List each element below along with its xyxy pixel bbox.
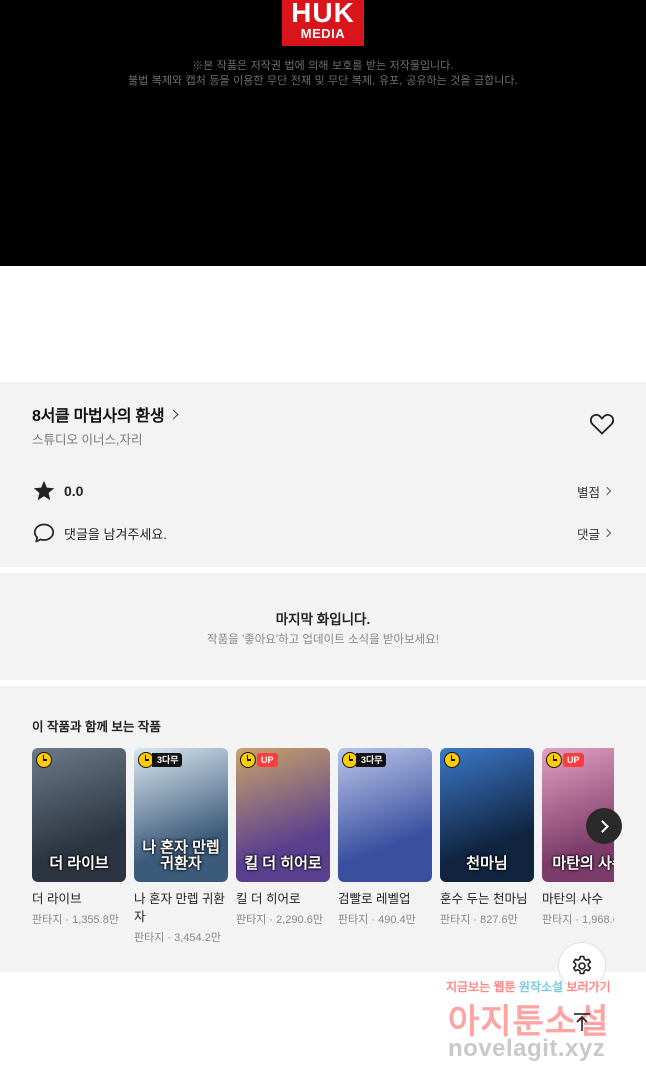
clock-icon	[546, 752, 562, 768]
update-badge: UP	[257, 753, 278, 767]
watermark-text-b: 원작소설	[518, 980, 564, 994]
settings-icon	[572, 955, 592, 975]
work-title-link[interactable]: 8서클 마법사의 환생	[32, 402, 179, 426]
free-badge: 3다무	[152, 753, 182, 767]
watermark-text-c: 보러가기	[566, 980, 611, 994]
last-episode-title: 마지막 화입니다.	[275, 612, 371, 627]
recommendation-title: 킬 더 히어로	[236, 892, 301, 906]
recommendation-title: 더 라이브	[32, 892, 82, 906]
rating-row: 0.0 별점	[32, 479, 614, 503]
recommendations-section: 이 작품과 함께 보는 작품 더 라이브 더 라이브 판타지 · 1,355.8만 3…	[0, 686, 646, 972]
logo-main-text: HUK	[291, 0, 355, 26]
recommendation-card[interactable]: UP 킬 더 히어로 킬 더 히어로 판타지 · 2,290.6만	[236, 748, 330, 927]
recommendation-meta: 판타지 · 827.6만	[440, 914, 518, 926]
cover-title-art: 나 혼자 만렙 귀환자	[142, 839, 220, 872]
recommendation-meta: 판타지 · 2,290.6만	[236, 914, 323, 926]
cover-artwork	[338, 748, 432, 882]
viewer-page: HUK MEDIA ※본 작품은 저작권 법에 의해 보호를 받는 저작물입니다…	[0, 0, 646, 1088]
recommendation-card[interactable]: 더 라이브 더 라이브 판타지 · 1,355.8만	[32, 748, 126, 927]
rating-link[interactable]: 별점	[576, 482, 612, 501]
comment-icon	[33, 523, 55, 543]
recommendation-title: 마탄의 사수	[542, 892, 603, 906]
work-authors: 스튜디오 이너스,자리	[32, 433, 143, 447]
recommendation-meta: 판타지 · 1,968.6만	[542, 914, 614, 926]
scroll-top-button[interactable]	[558, 998, 606, 1046]
recommendation-meta: 판타지 · 490.4만	[338, 914, 416, 926]
last-episode-notice: 마지막 화입니다. 작품을 '좋아요'하고 업데이트 소식을 받아보세요!	[0, 573, 646, 680]
rating-link-label: 별점	[576, 485, 600, 500]
recommendation-card[interactable]: 3다무검빨로 레벨업판타지 · 490.4만	[338, 748, 432, 927]
watermark-text-a: 지금보는 웹툰	[446, 980, 516, 994]
copyright-line-2: 불법 복제와 캡처 등을 이용한 무단 전재 및 무단 복제, 유포, 공유하는…	[128, 74, 518, 87]
carousel-next-button[interactable]	[586, 808, 622, 844]
recommendation-card[interactable]: 천마님훈수 두는 천마님판타지 · 827.6만	[440, 748, 534, 927]
cover-title-art: 킬 더 히어로	[244, 855, 322, 872]
comment-row[interactable]: 댓글을 남겨주세요. 댓글	[32, 521, 614, 545]
recommendation-cover: 천마님	[440, 748, 534, 882]
last-episode-subtitle: 작품을 '좋아요'하고 업데이트 소식을 받아보세요!	[207, 634, 439, 646]
watermark-line-1: 지금보는 웹툰 원작소설 보러가기	[446, 978, 611, 995]
arrow-up-icon	[574, 1013, 590, 1031]
comment-link-label: 댓글	[576, 527, 600, 542]
comment-prompt: 댓글을 남겨주세요.	[64, 526, 167, 542]
recommendation-cover: 3다무	[338, 748, 432, 882]
chevron-right-icon	[596, 819, 609, 833]
cover-title-art: 마탄의 사수	[552, 855, 614, 872]
chevron-right-icon	[602, 486, 612, 496]
copyright-notice: ※본 작품은 저작권 법에 의해 보호를 받는 저작물입니다. 불법 복제와 캡…	[0, 58, 646, 88]
recommendation-title: 검빨로 레벨업	[338, 892, 411, 906]
recommendation-cover: UP 킬 더 히어로	[236, 748, 330, 882]
comment-link[interactable]: 댓글	[576, 524, 612, 543]
recommendation-cover: 3다무나 혼자 만렙 귀환자	[134, 748, 228, 882]
rating-value: 0.0	[64, 483, 84, 499]
recommendation-meta: 판타지 · 3,454.2만	[134, 932, 221, 944]
recommendation-carousel: 더 라이브 더 라이브 판타지 · 1,355.8만 3다무 나 혼자 만렙 귀환자 나 …	[32, 748, 614, 958]
clock-icon	[240, 752, 256, 768]
update-badge: UP	[563, 753, 584, 767]
episode-end-area: HUK MEDIA ※본 작품은 저작권 법에 의해 보호를 받는 저작물입니다…	[0, 0, 646, 266]
logo-sub-text: MEDIA	[300, 26, 346, 41]
star-icon	[33, 480, 55, 501]
clock-icon	[36, 752, 52, 768]
clock-icon	[444, 752, 460, 768]
cover-title-art: 더 라이브	[49, 855, 109, 872]
heart-icon[interactable]	[589, 412, 615, 436]
recommendation-title: 훈수 두는 천마님	[440, 892, 528, 906]
recommendation-title: 나 혼자 만렙 귀환자	[134, 892, 225, 924]
work-title: 8서클 마법사의 환생	[32, 408, 165, 425]
watermark: 지금보는 웹툰 원작소설 보러가기 아지툰소설 novelagit.xyz	[440, 978, 640, 1073]
chevron-right-icon	[168, 409, 179, 419]
publisher-logo: HUK MEDIA	[282, 0, 364, 46]
recommendation-meta: 판타지 · 1,355.8만	[32, 914, 119, 926]
chevron-right-icon	[602, 528, 612, 538]
free-badge: 3다무	[356, 753, 386, 767]
copyright-line-1: ※본 작품은 저작권 법에 의해 보호를 받는 저작물입니다.	[192, 59, 454, 72]
work-info-card: 8서클 마법사의 환생 스튜디오 이너스,자리 0.0 별점 댓글을 남겨주세요…	[0, 382, 646, 567]
recommendation-card[interactable]: 3다무 나 혼자 만렙 귀환자 나 혼자 만렙 귀환자 판타지 · 3,454.2만	[134, 748, 228, 945]
recommendations-heading: 이 작품과 함께 보는 작품	[32, 720, 161, 734]
recommendation-cover: 더 라이브	[32, 748, 126, 882]
cover-title-art: 천마님	[466, 855, 508, 872]
